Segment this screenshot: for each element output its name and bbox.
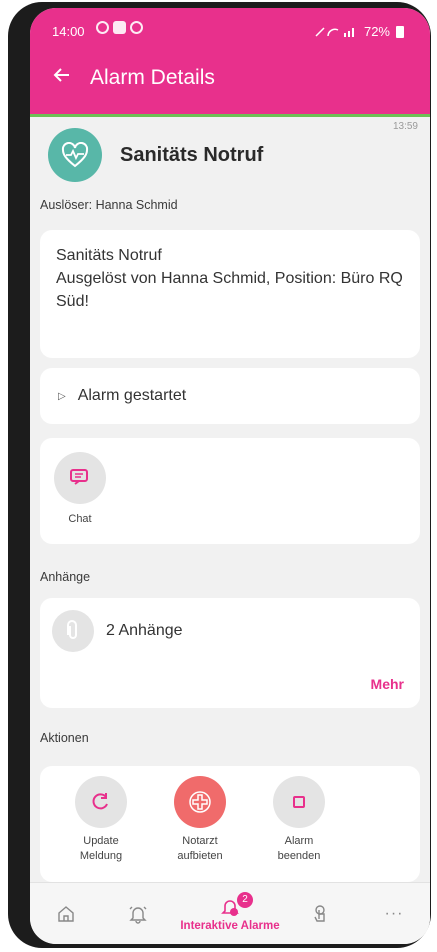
- nav-interactive-alarms-label: Interaktive Alarme: [180, 920, 280, 932]
- update-button[interactable]: Update Meldung: [64, 776, 138, 864]
- nav-more[interactable]: ···: [376, 883, 412, 944]
- refresh-icon[interactable]: [75, 776, 127, 828]
- notarzt-label-2: aufbieten: [177, 850, 223, 862]
- alarm-title: Sanitäts Notruf: [120, 143, 264, 166]
- battery-icon: [396, 25, 404, 38]
- end-alarm-button[interactable]: Alarm beenden: [262, 776, 336, 864]
- actions-section-label: Aktionen: [40, 731, 89, 745]
- event-label: Alarm gestartet: [77, 387, 187, 404]
- update-label-1: Update: [83, 835, 119, 847]
- page-title: Alarm Details: [90, 66, 215, 89]
- paperclip-icon: [52, 610, 94, 652]
- heart-pulse-icon: [48, 128, 102, 182]
- nav-alarms[interactable]: [120, 883, 156, 944]
- message-card: Sanitäts Notruf Ausgelöst von Hanna Schm…: [40, 230, 420, 358]
- top-bar: 14:00 72% Alarm Details: [30, 8, 430, 114]
- update-label-2: Meldung: [79, 850, 123, 862]
- alarm-timestamp: 13:59: [392, 121, 418, 132]
- attachments-card: 2 Anhänge Mehr: [40, 598, 420, 708]
- chat-icon[interactable]: [54, 452, 106, 504]
- progress-line: [30, 114, 430, 117]
- attachments-count: 2 Anhänge: [106, 622, 183, 639]
- trigger-label: Auslöser: Hanna Schmid: [40, 198, 178, 212]
- notarzt-button[interactable]: Notarzt aufbieten: [160, 776, 240, 864]
- status-time: 14:00: [52, 24, 85, 39]
- more-icon: ···: [384, 905, 404, 922]
- nav-interactive-alarms[interactable]: Interaktive Alarme: [170, 883, 290, 944]
- bell-icon: [129, 906, 147, 924]
- actions-card: Update Meldung Notarzt aufbieten Alarm b…: [40, 766, 420, 882]
- home-icon: [58, 906, 74, 922]
- nav-touch[interactable]: [302, 883, 338, 944]
- stop-square-icon[interactable]: [273, 776, 325, 828]
- image-notification-icon: [113, 21, 126, 34]
- notification-badge: 2: [237, 892, 253, 908]
- alarm-header: Sanitäts Notruf: [48, 128, 263, 182]
- notarzt-label-1: Notarzt: [182, 835, 218, 847]
- event-card[interactable]: ▷ Alarm gestartet: [40, 368, 420, 424]
- chat-label: Chat: [68, 513, 92, 525]
- phone-frame: 14:00 72% Alarm Details 13:59 Sanitäts N…: [8, 2, 431, 948]
- signal-wifi-icon: [315, 26, 354, 37]
- screen: 14:00 72% Alarm Details 13:59 Sanitäts N…: [30, 8, 430, 944]
- chat-card: Chat: [40, 438, 420, 544]
- status-right: 72%: [314, 24, 404, 39]
- end-alarm-label-2: beenden: [277, 850, 321, 862]
- battery-percent: 72%: [363, 24, 390, 39]
- nav-home[interactable]: [48, 883, 84, 944]
- message-line-1: Sanitäts Notruf: [56, 247, 162, 264]
- event-expander[interactable]: ▷ Alarm gestartet: [40, 368, 420, 424]
- status-bar: 14:00 72%: [30, 8, 430, 48]
- back-arrow-icon[interactable]: [44, 60, 80, 96]
- touch-icon: [314, 905, 325, 922]
- app-bar: Alarm Details: [30, 48, 430, 114]
- attachments-row[interactable]: 2 Anhänge: [52, 610, 183, 652]
- expand-triangle-icon: ▷: [58, 390, 66, 402]
- more-link[interactable]: Mehr: [371, 676, 404, 692]
- location-notification-icon: [130, 21, 143, 34]
- status-notification-icons: [96, 21, 143, 34]
- chat-button[interactable]: Chat: [52, 452, 108, 527]
- notification-icon: [96, 21, 109, 34]
- message-line-2: Ausgelöst von Hanna Schmid, Position: Bü…: [56, 270, 403, 310]
- bottom-nav: Interaktive Alarme 2 ···: [30, 882, 430, 944]
- end-alarm-label-1: Alarm: [284, 835, 314, 847]
- attachments-section-label: Anhänge: [40, 570, 91, 584]
- message-text: Sanitäts Notruf Ausgelöst von Hanna Schm…: [40, 230, 420, 327]
- medical-cross-icon[interactable]: [174, 776, 226, 828]
